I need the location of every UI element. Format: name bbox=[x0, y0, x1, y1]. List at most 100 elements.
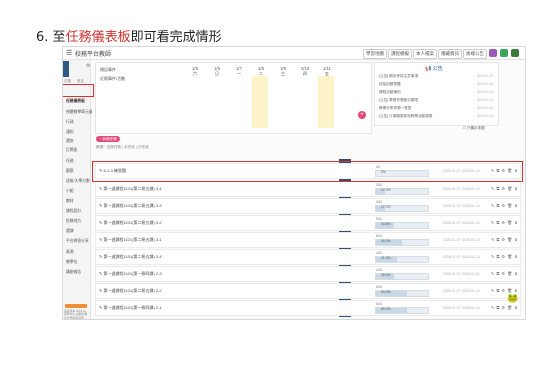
task-title: ✎ 第一週課程1101(第二冊五課) 3-3 bbox=[99, 203, 162, 208]
announcement-item[interactable]: [公告] 行事曆更新與教學活動調整 2024-12-19 bbox=[379, 114, 493, 119]
announcement-item[interactable]: 課程活動通知 2024-12-25 bbox=[379, 90, 493, 95]
task-row[interactable]: ✎ 第一週課程1101(第二冊五課) 3-4 3/10 17.2% 2025-0… bbox=[95, 181, 521, 197]
task-progress-value: 50.0% bbox=[381, 239, 391, 243]
sidebar-item-notice[interactable]: 通知 bbox=[66, 130, 74, 135]
task-action-icons[interactable]: ✎ ⧉ ⚙ 🗑 ⬇ bbox=[491, 203, 518, 208]
announcement-item[interactable]: [公告] 期末考試注意事項 2024-12-27 bbox=[379, 74, 493, 79]
task-progress-value: 17.2% bbox=[381, 188, 391, 192]
task-row[interactable]: ✎ 第一週課程1101(第一冊四課) 2-3 4/10 35.0% 2025-0… bbox=[95, 266, 521, 282]
profile-icon[interactable] bbox=[489, 49, 497, 57]
sidebar-item-course-select[interactable]: 選課 bbox=[66, 229, 74, 234]
task-action-icons[interactable]: ✎ ⧉ ⚙ 🗑 ⬇ bbox=[491, 186, 518, 191]
task-date: 2025-01-07~2025-01-14 bbox=[443, 255, 480, 259]
task-date: 2025-01-07~2025-01-14 bbox=[443, 204, 480, 208]
task-progress-value: 60.0% bbox=[381, 290, 391, 294]
menu-icon[interactable]: ☰ bbox=[66, 49, 72, 57]
task-action-icons[interactable]: ✎ ⧉ ⚙ 🗑 ⬇ bbox=[491, 305, 518, 310]
toolbar-button-4[interactable]: 隱藏資訊 bbox=[438, 49, 462, 59]
task-progress-label: 6/10 bbox=[376, 302, 383, 306]
toolbar-button-5[interactable]: 後端公告 bbox=[463, 49, 487, 59]
task-action-icons[interactable]: ✎ ⧉ ⚙ 🗑 ⬇ bbox=[491, 237, 518, 242]
sidebar-item-class[interactable]: 班級/大學分數 bbox=[66, 179, 90, 184]
app-screenshot: ☰ 校務平台教師 學習地圖 課程模擬 本人檔案 隱藏資訊 後端公告 ⚙ 切換 設… bbox=[62, 46, 526, 320]
task-title: ✎ 第一週課程1101(第二冊五課) 3-2 bbox=[99, 220, 162, 225]
calendar-panel: 標記事件 近期事件/活動 1/5 六 1/6 日 1/7 一 1/8 二 1/9 三 1/… bbox=[95, 62, 372, 134]
app-title: 校務平台教師 bbox=[75, 52, 112, 58]
calendar-day-7[interactable]: 1/11 五 bbox=[317, 66, 337, 76]
calendar-day-4[interactable]: 1/8 二 bbox=[251, 66, 271, 76]
task-action-icons[interactable]: ✎ ⧉ ⚙ 🗑 ⬇ bbox=[491, 220, 518, 225]
calendar-day-5[interactable]: 1/9 三 bbox=[273, 66, 293, 76]
sidebar-item-teach-pack[interactable]: 教學包 bbox=[66, 260, 77, 265]
sidebar-item-qa[interactable]: 平台問答分享 bbox=[66, 239, 89, 244]
sidebar-item-resource[interactable]: 資源 bbox=[66, 250, 74, 255]
add-task-button[interactable]: + 新增任務 bbox=[96, 136, 120, 142]
task-action-icons[interactable]: ✎ ⧉ ⚙ 🗑 ⬇ bbox=[491, 254, 518, 259]
sidebar-item-admin[interactable]: 行政 bbox=[66, 120, 74, 125]
task-title: ✎ 第一週課程1101(第一冊四課) 2-1 bbox=[99, 305, 162, 310]
step-text-post: 即可看完成情形 bbox=[130, 30, 222, 45]
toolbar-button-1[interactable]: 學習地圖 bbox=[363, 49, 387, 59]
task-date: 2025-01-07~2025-01-14 bbox=[443, 272, 480, 276]
task-progress-value: 35.0% bbox=[381, 273, 391, 277]
gear-icon[interactable]: ⚙ bbox=[86, 63, 90, 69]
sidebar-item-task-dashboard[interactable]: 任務儀表板 bbox=[66, 99, 85, 104]
task-row[interactable]: ✎ 第一週課程1101(第二冊五課) 3-2 5/10 34.5% 2025-0… bbox=[95, 215, 521, 231]
task-progress-label: 6/10 bbox=[376, 234, 383, 238]
task-date: 2025-01-07~2025-01-14 bbox=[443, 221, 480, 225]
task-filter[interactable]: 篩選：全部任務 | 未完成 | 已完成 bbox=[96, 145, 149, 150]
sidebar-item-elective[interactable]: 選修 bbox=[66, 139, 74, 144]
sidebar-item-submit[interactable]: 投稿地方 bbox=[66, 219, 81, 224]
task-progress-label: 3/10 bbox=[376, 200, 383, 204]
task-progress-value: 41.0% bbox=[381, 256, 391, 260]
task-title: ✎ 第一週課程1101(第二冊五課) 3-1 bbox=[99, 237, 162, 242]
task-row[interactable]: ✎ 第一週課程1101(第二冊五課) 2-2 6/10 60.0% 2025-0… bbox=[95, 283, 521, 299]
task-row[interactable]: ✎ 第一週課程1101(第一冊四課) 2-1 6/10 60.0% 2025-0… bbox=[95, 300, 521, 316]
calendar-today-highlight bbox=[252, 76, 268, 128]
sidebar-item-group[interactable]: 小組 bbox=[66, 189, 74, 194]
sidebar-orange-bar bbox=[65, 304, 87, 308]
toolbar-button-2[interactable]: 課程模擬 bbox=[388, 49, 412, 59]
calendar-day-2[interactable]: 1/6 日 bbox=[207, 66, 227, 76]
task-action-icons[interactable]: ✎ ⧉ ⚙ 🗑 ⬇ bbox=[491, 271, 518, 276]
sidebar-item-lecture[interactable]: 講座報告 bbox=[66, 270, 81, 275]
step-number: 6. bbox=[36, 30, 49, 45]
task-progress-label: 4/10 bbox=[376, 251, 383, 255]
task-date: 2025-01-07~2025-01-14 bbox=[443, 306, 480, 310]
calendar-day-6[interactable]: 1/10 四 bbox=[295, 66, 315, 76]
task-progress-value: 60.0% bbox=[381, 307, 391, 311]
sidebar-item-design[interactable]: 課程設計 bbox=[66, 209, 81, 214]
task-row[interactable]: ✎ 第一週課程1101(第二冊五課) 3-3 3/10 17.2% 2025-0… bbox=[95, 198, 521, 214]
task-date: 2025-01-07~2025-01-14 bbox=[443, 187, 480, 191]
sidebar-footer: 系統版本 2024.11 資料中心 客服信箱請洽學校資訊組 bbox=[64, 309, 88, 320]
sidebar-item-av-units[interactable]: 視聽教學單元量 bbox=[66, 110, 93, 115]
app-icon[interactable] bbox=[500, 49, 508, 57]
sidebar-item-observe[interactable]: 觀察 bbox=[66, 169, 74, 174]
announcement-item[interactable]: 評量回饋提醒 2024-12-26 bbox=[379, 82, 493, 87]
task-date: 2025-01-07~2025-01-14 bbox=[443, 238, 480, 242]
frog-icon[interactable]: 🐸 bbox=[507, 293, 519, 305]
excel-icon[interactable] bbox=[511, 49, 519, 57]
task-title: ✎ 第一週課程1101(第一冊四課) 2-3 bbox=[99, 271, 162, 276]
add-event-icon[interactable]: + bbox=[358, 111, 366, 119]
task-title: ✎ 第一週課程1101(第二冊五課) 3-4 bbox=[99, 186, 162, 191]
task-row[interactable]: ✎ 第一週課程1101(第二冊五課) 3-1 6/10 50.0% 2025-0… bbox=[95, 232, 521, 248]
sidebar-item-material[interactable]: 教材 bbox=[66, 199, 74, 204]
announcement-item[interactable]: [公告] 寒假作業繳交期限 2024-12-21 bbox=[379, 98, 493, 103]
main-area: 標記事件 近期事件/活動 1/5 六 1/6 日 1/7 一 1/8 二 1/9 三 1/… bbox=[91, 60, 525, 319]
task-progress-label: 5/10 bbox=[376, 217, 383, 221]
instruction-heading: 6. 至任務儀表板即可看完成情形 bbox=[36, 26, 222, 45]
calendar-day-3[interactable]: 1/7 一 bbox=[229, 66, 249, 76]
unread-only-checkbox[interactable]: ☐ 只顯示未讀 bbox=[463, 126, 485, 131]
task-row[interactable]: ✎ 第一週課程1101(第二冊五課) 2-4 4/10 41.0% 2025-0… bbox=[95, 249, 521, 265]
calendar-label: 標記事件 bbox=[100, 67, 116, 72]
toolbar-button-3[interactable]: 本人檔案 bbox=[413, 49, 437, 59]
announcement-item[interactable]: 教學分享資源一覽表 2024-12-20 bbox=[379, 106, 493, 111]
step-highlight: 任務儀表板 bbox=[65, 30, 131, 45]
sidebar-item-task[interactable]: 任務 bbox=[66, 159, 74, 164]
task-title: ✎ 第一週課程1101(第二冊五課) 2-2 bbox=[99, 288, 162, 293]
sidebar-highlight-box bbox=[63, 84, 94, 97]
avatar[interactable] bbox=[63, 61, 69, 77]
sidebar-item-subscribe[interactable]: 訂閱區 bbox=[66, 148, 77, 153]
calendar-day-1[interactable]: 1/5 六 bbox=[185, 66, 205, 76]
